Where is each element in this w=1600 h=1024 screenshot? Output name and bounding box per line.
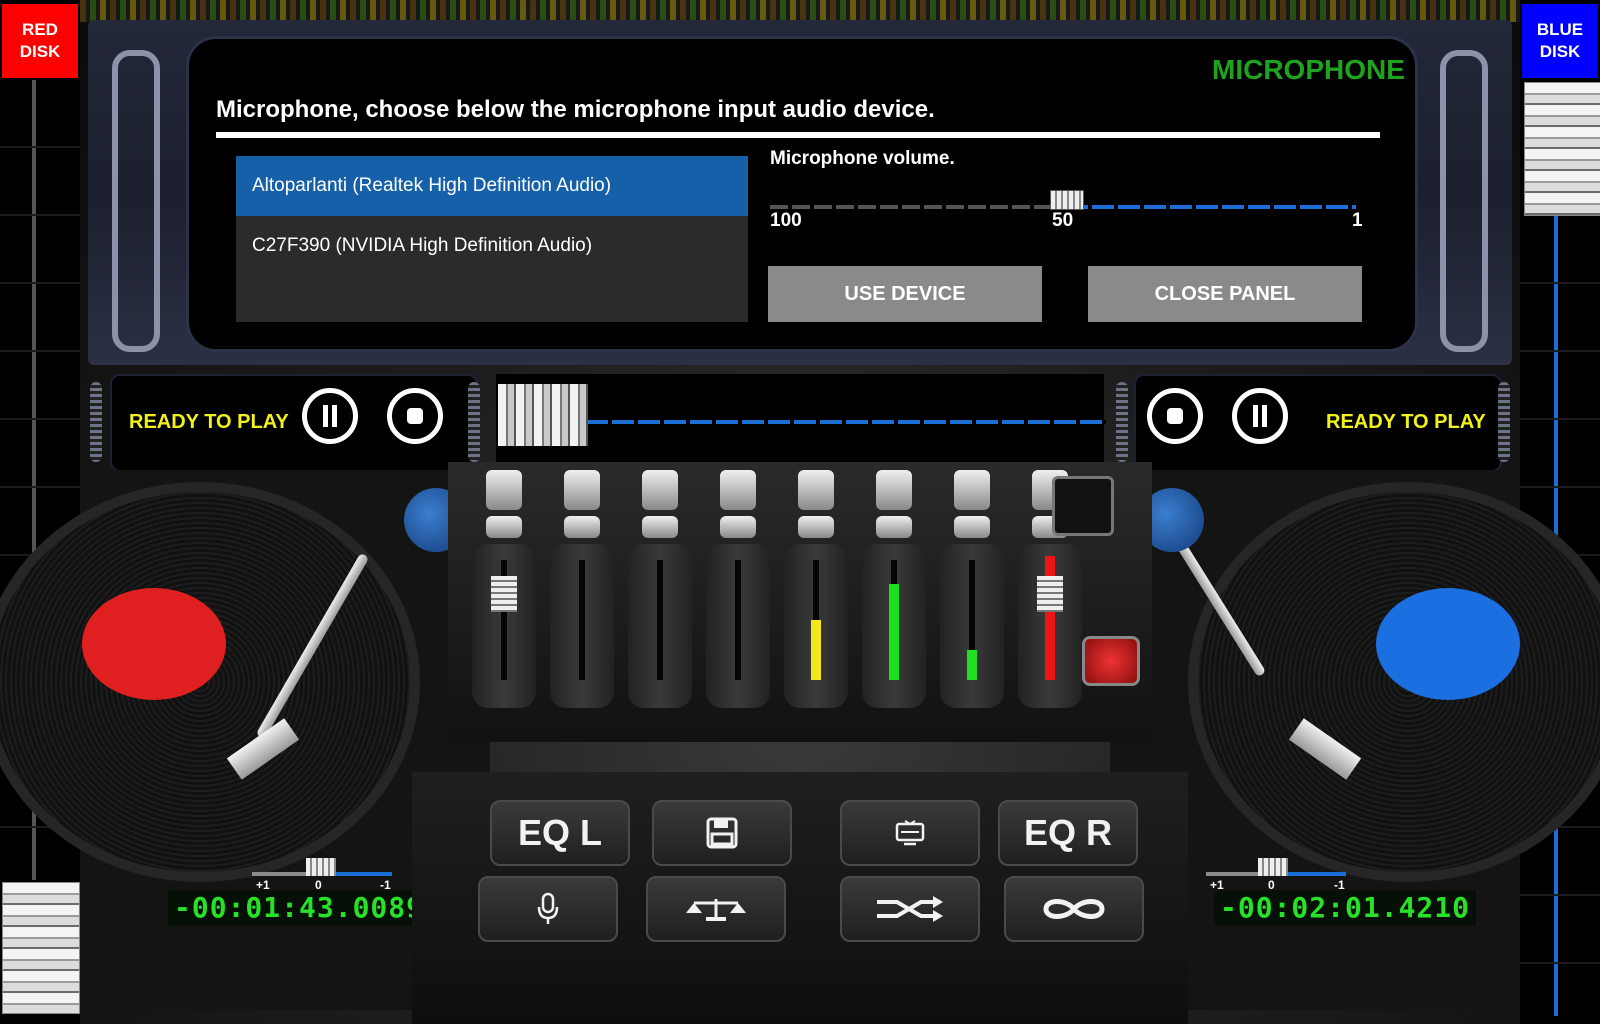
led-strip xyxy=(80,0,1520,22)
fader-slot[interactable] xyxy=(657,560,663,680)
volume-min-label: 100 xyxy=(770,210,802,231)
mixer-knob[interactable] xyxy=(798,470,834,510)
mixer-knob[interactable] xyxy=(564,516,600,538)
shuffle-icon xyxy=(875,894,945,924)
right-pitch-thumb[interactable] xyxy=(1258,858,1288,876)
left-pitch-tick xyxy=(0,282,80,284)
left-pitch-tick xyxy=(0,418,80,420)
eq-right-button[interactable]: EQ R xyxy=(998,800,1138,866)
mixer-knob[interactable] xyxy=(720,470,756,510)
save-button[interactable] xyxy=(652,800,792,866)
mixer-toggle-switch[interactable] xyxy=(1052,476,1114,536)
level-meter xyxy=(967,650,977,680)
balance-button[interactable] xyxy=(646,876,786,942)
level-meter xyxy=(1045,556,1055,680)
left-stop-button[interactable] xyxy=(387,388,443,444)
mixer-knob[interactable] xyxy=(564,470,600,510)
left-pitch-tick xyxy=(0,350,80,352)
stop-icon xyxy=(1167,408,1183,424)
mixer-knob[interactable] xyxy=(954,516,990,538)
right-deck-status: READY TO PLAY xyxy=(1326,411,1486,433)
left-time-display: -00:01:43.0089 xyxy=(168,890,431,926)
panel-handle-left xyxy=(112,50,160,352)
use-device-button[interactable]: USE DEVICE xyxy=(768,266,1042,322)
volume-mid-label: 50 xyxy=(1052,210,1074,231)
tv-icon xyxy=(895,820,925,846)
left-pitch-tick xyxy=(0,214,80,216)
device-item-realtek[interactable]: Altoparlanti (Realtek High Definition Au… xyxy=(236,156,748,216)
mixer-knob[interactable] xyxy=(642,470,678,510)
right-record-label xyxy=(1376,588,1520,700)
left-pitch-tick xyxy=(0,146,80,148)
close-panel-button[interactable]: CLOSE PANEL xyxy=(1088,266,1362,322)
status-handle-right xyxy=(1498,382,1510,462)
right-pitch-handle[interactable] xyxy=(1524,82,1600,216)
channel-fader[interactable] xyxy=(1037,576,1063,612)
mixer-knob[interactable] xyxy=(486,516,522,538)
left-pitch-thumb[interactable] xyxy=(306,858,336,876)
mixer-knob[interactable] xyxy=(876,516,912,538)
save-icon xyxy=(705,816,739,850)
mixer-knob[interactable] xyxy=(486,470,522,510)
right-pitch-tick xyxy=(1520,350,1600,352)
panel-handle-right xyxy=(1440,50,1488,352)
microphone-button[interactable] xyxy=(478,876,618,942)
left-deck-status: READY TO PLAY xyxy=(129,411,289,433)
right-pitch-tick xyxy=(1520,962,1600,964)
pause-icon xyxy=(1253,405,1267,427)
right-pitch-tick xyxy=(1520,894,1600,896)
right-pitch-tick xyxy=(1520,282,1600,284)
right-pitch-tick xyxy=(1520,486,1600,488)
left-pitch-column xyxy=(0,0,80,1024)
red-disk-label[interactable]: RED DISK xyxy=(2,4,78,78)
blue-disk-label[interactable]: BLUE DISK xyxy=(1522,4,1598,78)
level-meter xyxy=(889,584,899,680)
microphone-panel-title: MICROPHONE xyxy=(1212,54,1405,85)
left-pitch-tick xyxy=(0,486,80,488)
mixer-knob[interactable] xyxy=(798,516,834,538)
microphone-panel-heading: Microphone, choose below the microphone … xyxy=(216,96,935,123)
display-button[interactable] xyxy=(840,800,980,866)
channel-fader[interactable] xyxy=(491,576,517,612)
volume-max-label: 1 xyxy=(1352,210,1363,231)
mixer-knob[interactable] xyxy=(642,516,678,538)
loop-button[interactable] xyxy=(1004,876,1144,942)
left-turntable-platter[interactable] xyxy=(0,482,420,882)
left-record-label xyxy=(82,588,226,700)
mixer-knob[interactable] xyxy=(720,516,756,538)
stop-icon xyxy=(407,408,423,424)
left-pitch-handle[interactable] xyxy=(2,882,80,1014)
status-handle-left xyxy=(90,382,102,462)
shuffle-button[interactable] xyxy=(840,876,980,942)
pause-icon xyxy=(323,405,337,427)
eq-left-button[interactable]: EQ L xyxy=(490,800,630,866)
volume-slider-thumb[interactable] xyxy=(1049,190,1084,210)
level-meter xyxy=(811,620,821,680)
infinity-icon xyxy=(1040,897,1108,921)
device-item-nvidia[interactable]: C27F390 (NVIDIA High Definition Audio) xyxy=(236,216,748,276)
crossfader-thumb[interactable] xyxy=(498,384,588,446)
crossfader-track[interactable] xyxy=(586,420,1106,424)
heading-divider xyxy=(216,132,1380,138)
right-time-display: -00:02:01.4210 xyxy=(1214,890,1477,926)
right-stop-button[interactable] xyxy=(1147,388,1203,444)
right-pause-button[interactable] xyxy=(1232,388,1288,444)
record-button[interactable] xyxy=(1082,636,1140,686)
microphone-icon xyxy=(536,892,560,926)
mixer-knob[interactable] xyxy=(954,470,990,510)
volume-slider-fill xyxy=(1065,205,1356,209)
mixer-knob[interactable] xyxy=(876,470,912,510)
left-pause-button[interactable] xyxy=(302,388,358,444)
status-handle-left-inner xyxy=(468,382,480,462)
device-list[interactable]: Altoparlanti (Realtek High Definition Au… xyxy=(236,156,748,322)
volume-label: Microphone volume. xyxy=(770,148,955,169)
right-pitch-tick xyxy=(1520,418,1600,420)
fader-slot[interactable] xyxy=(579,560,585,680)
status-handle-right-inner xyxy=(1116,382,1128,462)
balance-icon xyxy=(684,895,748,923)
fader-slot[interactable] xyxy=(735,560,741,680)
